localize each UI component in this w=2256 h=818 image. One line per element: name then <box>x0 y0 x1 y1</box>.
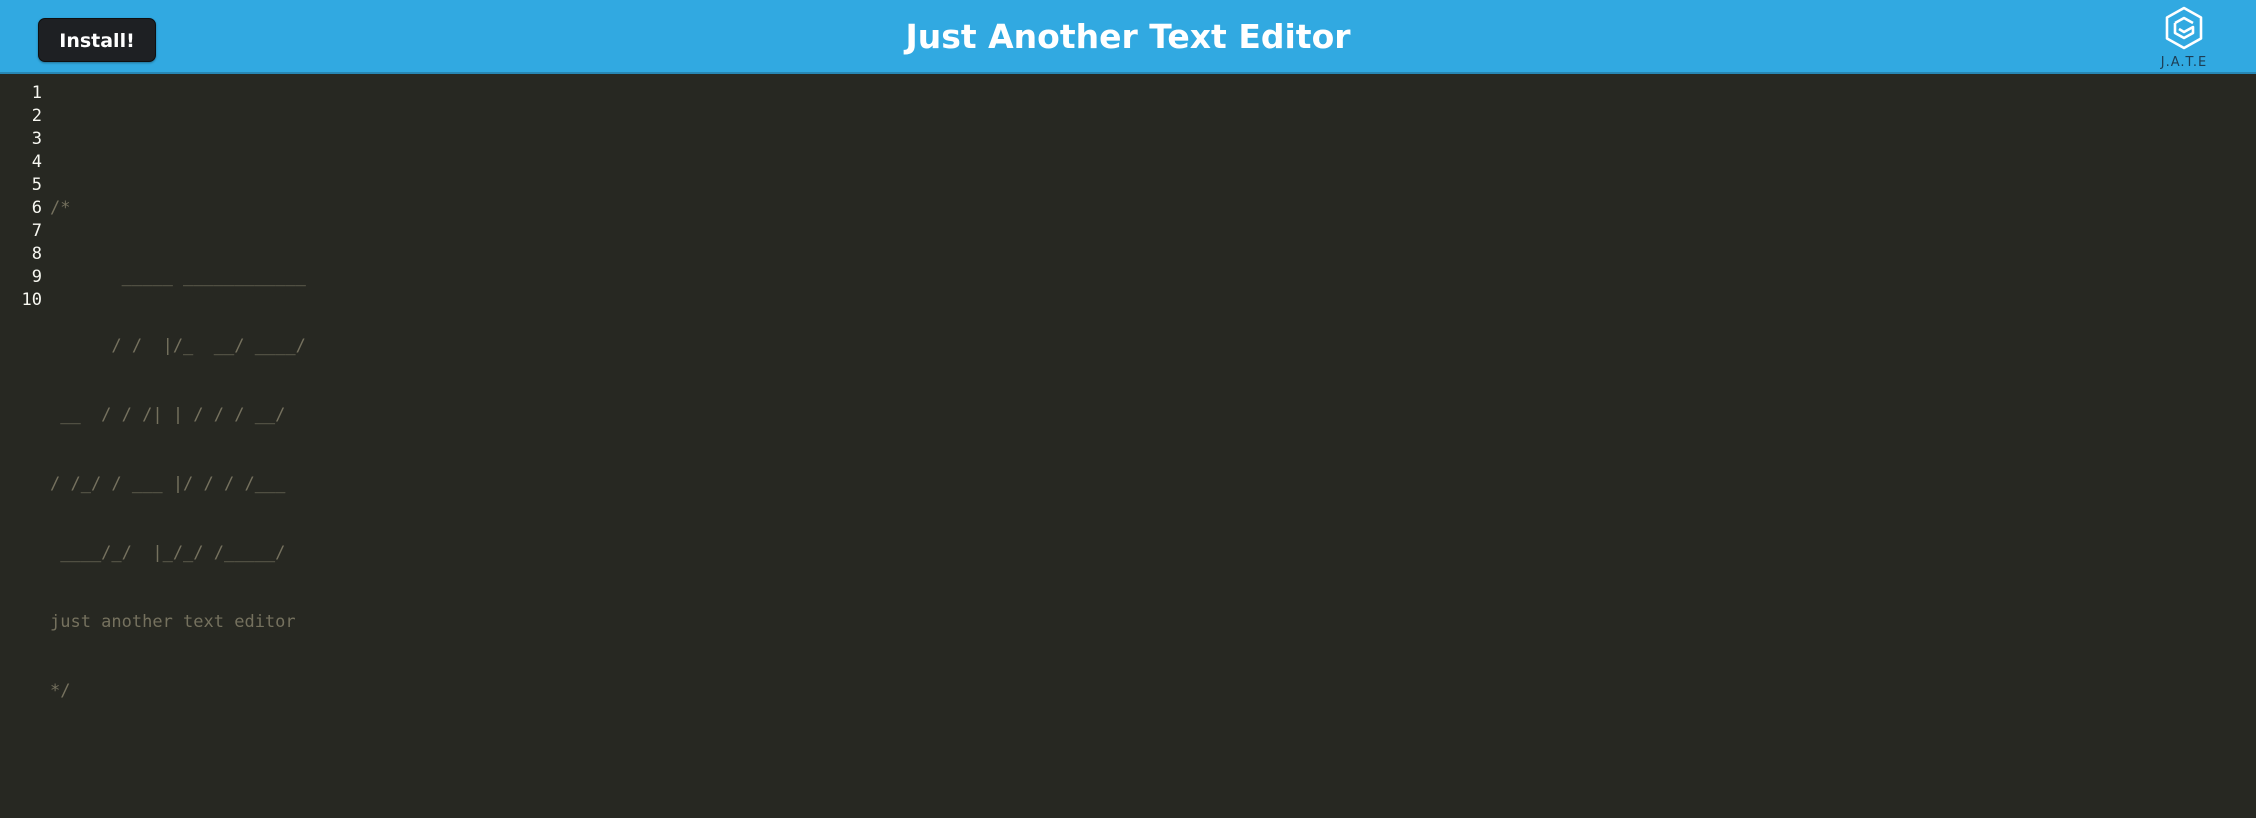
line-number: 2 <box>31 106 42 126</box>
line-number: 4 <box>31 152 42 172</box>
code-editor[interactable]: 1 2 3 4 5 6 7 8 9 10 /* _____ __________… <box>0 74 2256 701</box>
logo-text: J.A.T.E <box>2160 55 2208 70</box>
line-number: 10 <box>21 290 42 310</box>
app-header: Install! Just Another Text Editor J.A.T.… <box>0 0 2256 74</box>
line-number: 3 <box>31 129 42 149</box>
line-number-gutter: 1 2 3 4 5 6 7 8 9 10 <box>0 82 42 312</box>
code-line[interactable]: _____ ____________ <box>50 266 306 289</box>
code-content[interactable]: /* _____ ____________ / / |/_ __/ ____/ … <box>50 82 306 818</box>
code-line[interactable]: */ <box>50 680 306 703</box>
app-logo: J.A.T.E <box>2150 6 2218 70</box>
code-line[interactable] <box>50 128 306 151</box>
line-number: 1 <box>31 83 42 103</box>
code-line[interactable]: /* <box>50 197 306 220</box>
line-number: 6 <box>31 198 42 218</box>
line-number: 7 <box>31 221 42 241</box>
app-title: Just Another Text Editor <box>905 17 1351 56</box>
line-number: 9 <box>31 267 42 287</box>
code-line[interactable]: __ / / /| | / / / __/ <box>50 404 306 427</box>
code-line[interactable]: just another text editor <box>50 611 306 634</box>
line-number: 8 <box>31 244 42 264</box>
code-line[interactable]: ____/_/ |_/_/ /_____/ <box>50 542 306 565</box>
code-line[interactable]: / /_/ / ___ |/ / / /___ <box>50 473 306 496</box>
code-line[interactable]: / / |/_ __/ ____/ <box>50 335 305 358</box>
cube-logo-icon <box>2165 6 2203 50</box>
line-number: 5 <box>31 175 42 195</box>
code-line[interactable] <box>50 749 306 772</box>
